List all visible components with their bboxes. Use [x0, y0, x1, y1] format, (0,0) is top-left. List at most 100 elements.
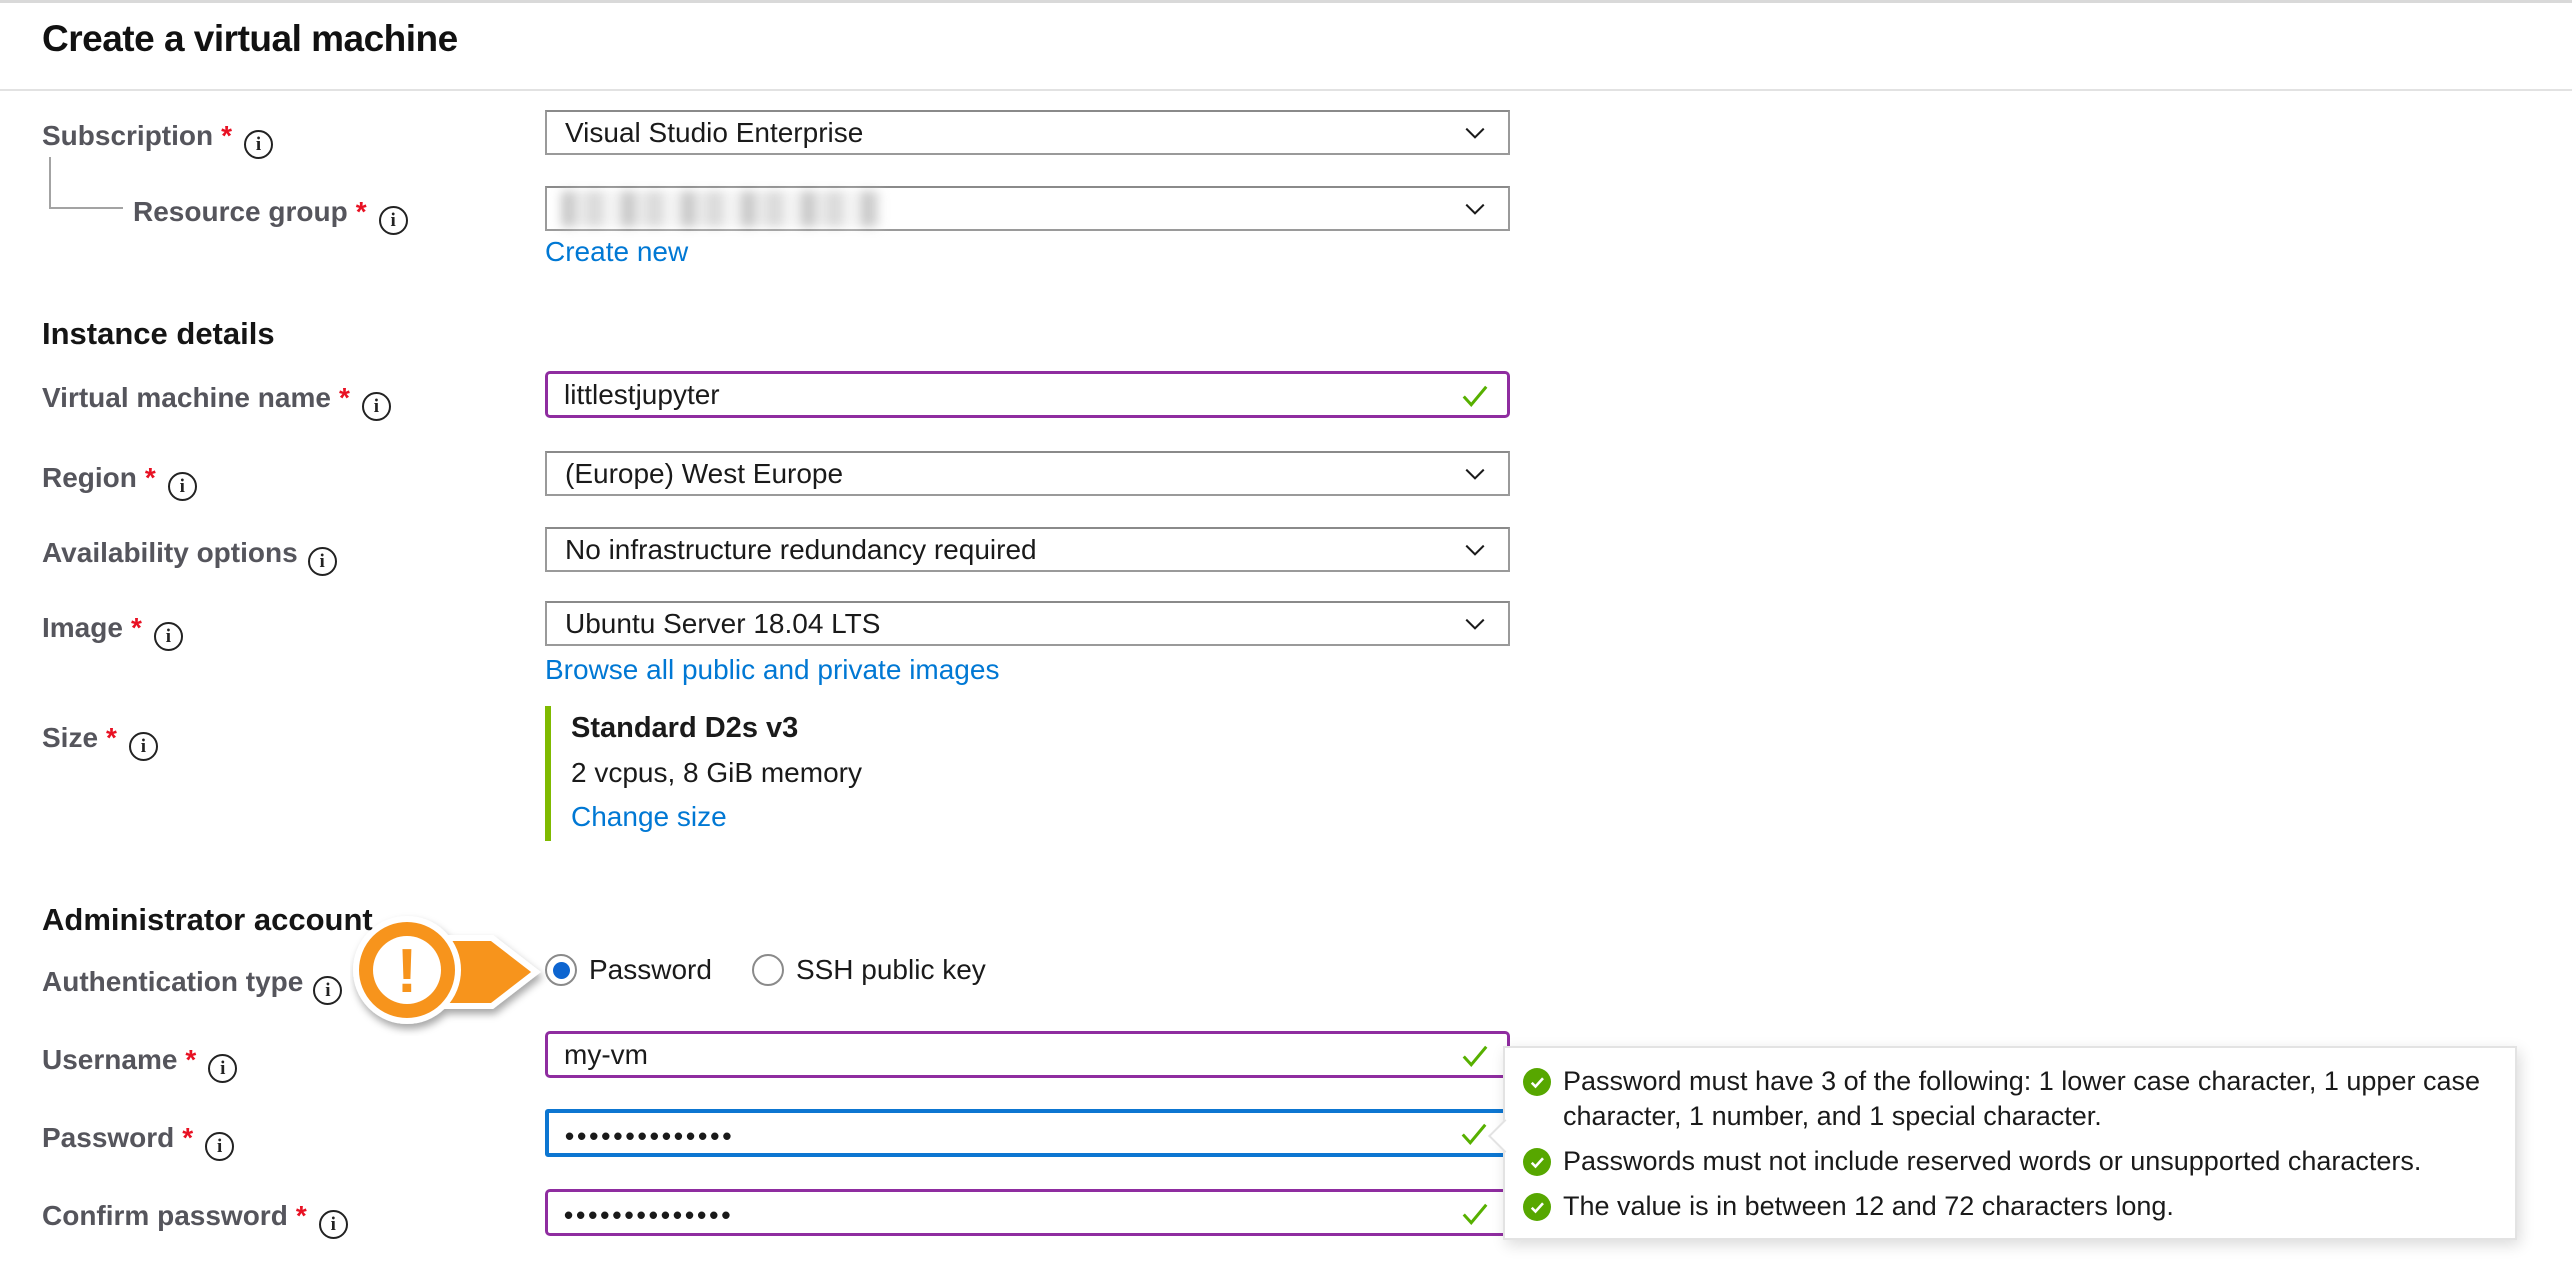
info-icon[interactable]: i — [168, 472, 197, 501]
chevron-down-icon — [1460, 609, 1490, 639]
required-asterisk: * — [356, 196, 367, 227]
image-label: Image * i — [42, 612, 183, 651]
requirement-text: Password must have 3 of the following: 1… — [1563, 1064, 2501, 1134]
radio-unselected-icon — [752, 954, 784, 986]
create-new-link[interactable]: Create new — [545, 236, 688, 268]
hierarchy-connector-horizontal — [49, 207, 123, 209]
image-control: Ubuntu Server 18.04 LTS — [545, 601, 1510, 646]
radio-ssh-public-key[interactable]: SSH public key — [752, 954, 986, 986]
top-border — [0, 0, 2572, 3]
chevron-down-icon — [1460, 118, 1490, 148]
required-asterisk: * — [221, 120, 232, 151]
password-input[interactable] — [549, 1113, 1379, 1153]
radio-dot — [553, 962, 570, 979]
confirm-password-input[interactable] — [548, 1192, 1378, 1233]
required-asterisk: * — [296, 1200, 307, 1231]
requirement-text: Passwords must not include reserved word… — [1563, 1144, 2421, 1179]
required-asterisk: * — [339, 382, 350, 413]
radio-selected-icon — [545, 954, 577, 986]
required-asterisk: * — [182, 1122, 193, 1153]
info-icon[interactable]: i — [362, 392, 391, 421]
instance-details-heading: Instance details — [42, 316, 275, 352]
chevron-down-icon — [1460, 459, 1490, 489]
required-asterisk: * — [106, 722, 117, 753]
radio-password-label: Password — [589, 954, 712, 986]
info-icon[interactable]: i — [154, 622, 183, 651]
region-label-text: Region — [42, 462, 137, 493]
resource-group-control — [545, 186, 1510, 231]
region-value: (Europe) West Europe — [547, 458, 843, 490]
check-circle-icon — [1523, 1068, 1551, 1096]
confirm-password-label-text: Confirm password — [42, 1200, 288, 1231]
size-label-text: Size — [42, 722, 98, 753]
admin-account-heading: Administrator account — [42, 902, 373, 938]
auth-type-label-text: Authentication type — [42, 966, 303, 997]
availability-dropdown[interactable]: No infrastructure redundancy required — [545, 527, 1510, 572]
requirement-item: The value is in between 12 and 72 charac… — [1523, 1189, 2501, 1224]
create-vm-blade: Create a virtual machine Subscription*i … — [0, 0, 2572, 1274]
chevron-down-icon — [1460, 194, 1490, 224]
size-label: Size * i — [42, 722, 158, 761]
auth-type-label: Authentication type i — [42, 966, 342, 1005]
resource-group-label: Resource group * i — [133, 196, 408, 235]
check-circle-icon — [1523, 1148, 1551, 1176]
password-label-text: Password — [42, 1122, 174, 1153]
radio-password[interactable]: Password — [545, 954, 712, 986]
confirm-password-control — [545, 1189, 1510, 1236]
info-icon[interactable]: i — [208, 1054, 237, 1083]
image-label-text: Image — [42, 612, 123, 643]
vm-name-label: Virtual machine name * i — [42, 382, 391, 421]
password-requirements-tooltip: Password must have 3 of the following: 1… — [1503, 1046, 2517, 1240]
info-icon[interactable]: i — [129, 732, 158, 761]
password-label: Password * i — [42, 1122, 234, 1161]
info-icon[interactable]: i — [313, 976, 342, 1005]
info-icon[interactable]: i — [319, 1210, 348, 1239]
username-label-text: Username — [42, 1044, 177, 1075]
attention-pointer-icon: ! — [350, 908, 550, 1036]
confirm-password-field — [545, 1189, 1510, 1236]
username-input[interactable] — [548, 1034, 1378, 1075]
vm-name-control — [545, 371, 1510, 418]
browse-images-link[interactable]: Browse all public and private images — [545, 654, 999, 686]
auth-type-radio-group: Password SSH public key — [545, 954, 986, 986]
confirm-password-label: Confirm password * i — [42, 1200, 348, 1239]
size-specs: 2 vcpus, 8 GiB memory — [571, 753, 862, 793]
size-summary: Standard D2s v3 2 vcpus, 8 GiB memory Ch… — [545, 706, 862, 841]
required-asterisk: * — [131, 612, 142, 643]
subscription-value: Visual Studio Enterprise — [547, 117, 863, 149]
subscription-label: Subscription * i — [42, 120, 273, 159]
subscription-control: Visual Studio Enterprise — [545, 110, 1510, 155]
change-size-link[interactable]: Change size — [571, 797, 727, 837]
page-title: Create a virtual machine — [42, 18, 458, 60]
vm-name-field — [545, 371, 1510, 418]
check-circle-icon — [1523, 1193, 1551, 1221]
subscription-label-text: Subscription — [42, 120, 213, 151]
info-icon[interactable]: i — [379, 206, 408, 235]
info-icon[interactable]: i — [308, 547, 337, 576]
requirement-item: Password must have 3 of the following: 1… — [1523, 1064, 2501, 1134]
vm-name-input[interactable] — [548, 374, 1378, 415]
username-field — [545, 1031, 1510, 1078]
region-dropdown[interactable]: (Europe) West Europe — [545, 451, 1510, 496]
title-divider — [0, 89, 2572, 91]
resource-group-redacted-value — [561, 191, 881, 227]
image-value: Ubuntu Server 18.04 LTS — [547, 608, 880, 640]
availability-label: Availability options i — [42, 537, 337, 576]
info-icon[interactable]: i — [205, 1132, 234, 1161]
svg-text:!: ! — [397, 937, 418, 1006]
valid-check-icon — [1457, 1037, 1493, 1073]
valid-check-icon — [1457, 377, 1493, 413]
resource-group-label-text: Resource group — [133, 196, 348, 227]
resource-group-dropdown[interactable] — [545, 186, 1510, 231]
password-field — [545, 1109, 1510, 1157]
image-dropdown[interactable]: Ubuntu Server 18.04 LTS — [545, 601, 1510, 646]
availability-label-text: Availability options — [42, 537, 298, 568]
subscription-dropdown[interactable]: Visual Studio Enterprise — [545, 110, 1510, 155]
vm-name-label-text: Virtual machine name — [42, 382, 331, 413]
valid-check-icon — [1456, 1115, 1492, 1151]
info-icon[interactable]: i — [244, 130, 273, 159]
hierarchy-connector-vertical — [49, 157, 51, 209]
username-control — [545, 1031, 1510, 1078]
region-control: (Europe) West Europe — [545, 451, 1510, 496]
region-label: Region*i — [42, 462, 197, 501]
